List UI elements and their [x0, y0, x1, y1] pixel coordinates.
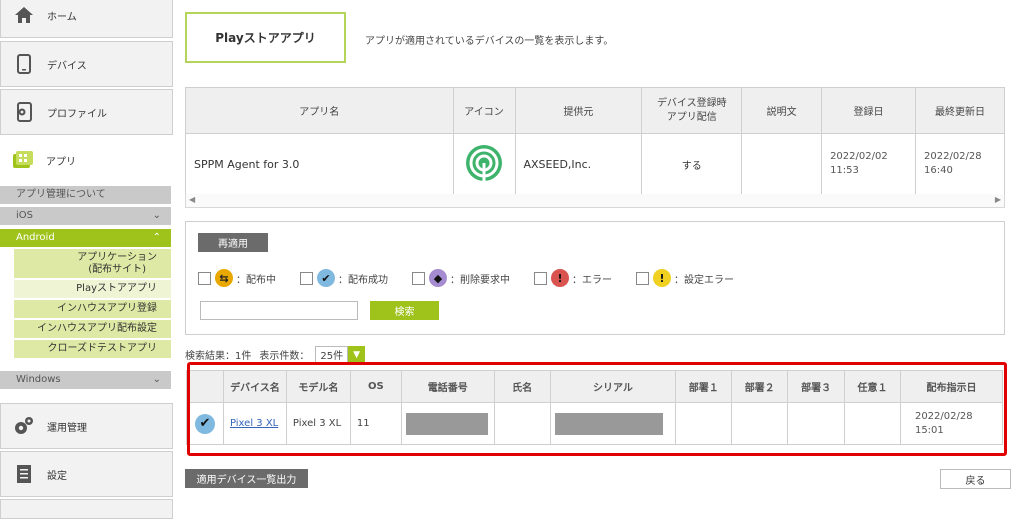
checkbox[interactable]	[412, 271, 425, 285]
group-about[interactable]: アプリ管理について	[0, 186, 171, 204]
sidebar-item-label: インハウスアプリ登録	[57, 303, 157, 314]
nav-app[interactable]: アプリ	[0, 137, 173, 183]
nav-profile-label: プロファイル	[47, 108, 107, 120]
description-value	[741, 133, 823, 195]
provider: AXSEED,Inc.	[514, 133, 643, 195]
transfer-icon: ⇆	[215, 269, 233, 287]
search-button[interactable]: 検索	[370, 301, 439, 320]
app-name: SPPM Agent for 3.0	[185, 133, 454, 195]
sidebar-item-inhouse-register[interactable]: インハウスアプリ登録	[14, 300, 171, 319]
col-updated: 最終更新日	[915, 87, 1005, 134]
sidebar-item-label: クローズドテストアプリ	[47, 343, 158, 354]
app-table-header: アプリ名 アイコン 提供元 デバイス登録時 アプリ配信 説明文 登録日 最終更新…	[185, 87, 1005, 134]
col-description: 説明文	[741, 87, 823, 134]
dropdown-arrow-icon: ▼	[348, 346, 366, 363]
checkbox[interactable]	[300, 271, 313, 285]
group-ios[interactable]: iOS ⌄	[0, 207, 171, 225]
group-android-label: Android	[16, 232, 55, 243]
per-page-select[interactable]: 25件 ▼	[315, 346, 366, 363]
scroll-left-icon[interactable]: ◀	[189, 195, 195, 204]
nav-device-label: デバイス	[47, 60, 87, 72]
group-windows[interactable]: Windows ⌄	[0, 371, 171, 389]
per-page-label: 表示件数：	[259, 351, 310, 362]
status-label: ：エラー	[572, 274, 612, 286]
result-count: 検索結果：1件	[185, 351, 252, 362]
app-icon-cell	[452, 133, 516, 195]
status-label: ：削除要求中	[450, 274, 510, 286]
warning-icon: !	[653, 269, 671, 287]
nav-profile[interactable]: プロファイル	[0, 89, 173, 135]
status-filter-setting-error[interactable]: ! ：設定エラー	[636, 269, 734, 287]
checkbox[interactable]	[534, 271, 547, 285]
status-label: ：配布成功	[338, 274, 388, 286]
per-page-value: 25件	[315, 346, 349, 363]
scroll-right-icon[interactable]: ▶	[995, 195, 1001, 204]
sidebar-item-inhouse-settings[interactable]: インハウスアプリ配布設定	[14, 320, 171, 339]
group-android[interactable]: Android ⌃	[0, 229, 171, 247]
filter-panel: 再適用 ⇆ ：配布中 ✔ ：配布成功 ◆ ：削除要求中 ! ：エラー ! ：設定…	[185, 221, 1005, 335]
chevron-up-icon: ⌃	[152, 232, 161, 243]
page-description: アプリが適用されているデバイスの一覧を表示します。	[365, 36, 614, 47]
check-icon: ✔	[317, 269, 335, 287]
sidebar-item-closed-test[interactable]: クローズドテストアプリ	[14, 340, 171, 359]
status-filter-delete-request[interactable]: ◆ ：削除要求中	[412, 269, 510, 287]
reapply-button[interactable]: 再適用	[198, 233, 268, 252]
sidebar-item-label: インハウスアプリ配布設定	[37, 323, 157, 334]
result-summary: 検索結果：1件 表示件数： 25件 ▼	[185, 346, 366, 363]
status-filter-error[interactable]: ! ：エラー	[534, 269, 612, 287]
smartphone-icon	[13, 53, 35, 75]
sidebar-item-distribution-site[interactable]: アプリケーション (配布サイト)	[14, 249, 171, 279]
col-deliver: デバイス登録時 アプリ配信	[641, 87, 743, 134]
delete-request-icon: ◆	[429, 269, 447, 287]
sidebar-item-label: Playストアアプリ	[76, 283, 157, 294]
col-provider: 提供元	[514, 87, 643, 134]
profile-gear-icon	[13, 101, 35, 123]
gears-icon	[13, 415, 35, 437]
highlight-frame	[187, 362, 1007, 456]
nav-device[interactable]: デバイス	[0, 41, 173, 87]
sidebar: ホーム デバイス プロファイル アプリ アプリ管理について iOS ⌄ Andro…	[0, 0, 175, 519]
nav-more[interactable]	[0, 499, 173, 519]
home-icon	[13, 4, 35, 26]
page-title: Playストアアプリ	[185, 12, 346, 63]
status-filter-success[interactable]: ✔ ：配布成功	[300, 269, 388, 287]
updated-date: 2022/02/28 16:40	[915, 133, 1005, 195]
nav-app-label: アプリ	[46, 156, 76, 168]
app-table: アプリ名 アイコン 提供元 デバイス登録時 アプリ配信 説明文 登録日 最終更新…	[185, 87, 1005, 195]
app-grid-icon	[12, 149, 34, 171]
chevron-down-icon: ⌄	[152, 374, 161, 385]
sidebar-item-playstore[interactable]: Playストアアプリ	[14, 280, 171, 299]
nav-home-label: ホーム	[47, 11, 77, 23]
group-windows-label: Windows	[16, 374, 61, 385]
deliver-value: する	[641, 133, 743, 195]
checkbox[interactable]	[636, 271, 649, 285]
error-icon: !	[551, 269, 569, 287]
horizontal-scrollbar[interactable]: ◀ ▶	[185, 194, 1005, 208]
export-devices-button[interactable]: 適用デバイス一覧出力	[185, 469, 308, 488]
col-registered: 登録日	[821, 87, 916, 134]
table-row: SPPM Agent for 3.0 AXSEED,Inc. する 2022/0…	[185, 133, 1005, 195]
chevron-down-icon: ⌄	[152, 210, 161, 221]
back-button[interactable]: 戻る	[940, 469, 1011, 489]
checkbox[interactable]	[198, 271, 211, 285]
col-icon: アイコン	[452, 87, 516, 134]
group-ios-label: iOS	[16, 210, 33, 221]
col-app-name: アプリ名	[185, 87, 454, 134]
sppm-app-icon	[464, 143, 504, 186]
search-input[interactable]	[200, 301, 358, 320]
sidebar-item-label: アプリケーション (配布サイト)	[77, 251, 157, 275]
status-label: ：設定エラー	[674, 274, 734, 286]
status-label: ：配布中	[236, 274, 276, 286]
registered-date: 2022/02/02 11:53	[821, 133, 916, 195]
group-about-label: アプリ管理について	[16, 189, 106, 200]
nav-operations-label: 運用管理	[47, 422, 87, 434]
document-icon	[13, 463, 35, 485]
nav-operations[interactable]: 運用管理	[0, 403, 173, 449]
status-filter-distributing[interactable]: ⇆ ：配布中	[198, 269, 276, 287]
nav-home[interactable]: ホーム	[0, 0, 173, 38]
nav-settings[interactable]: 設定	[0, 451, 173, 497]
nav-settings-label: 設定	[47, 470, 67, 482]
